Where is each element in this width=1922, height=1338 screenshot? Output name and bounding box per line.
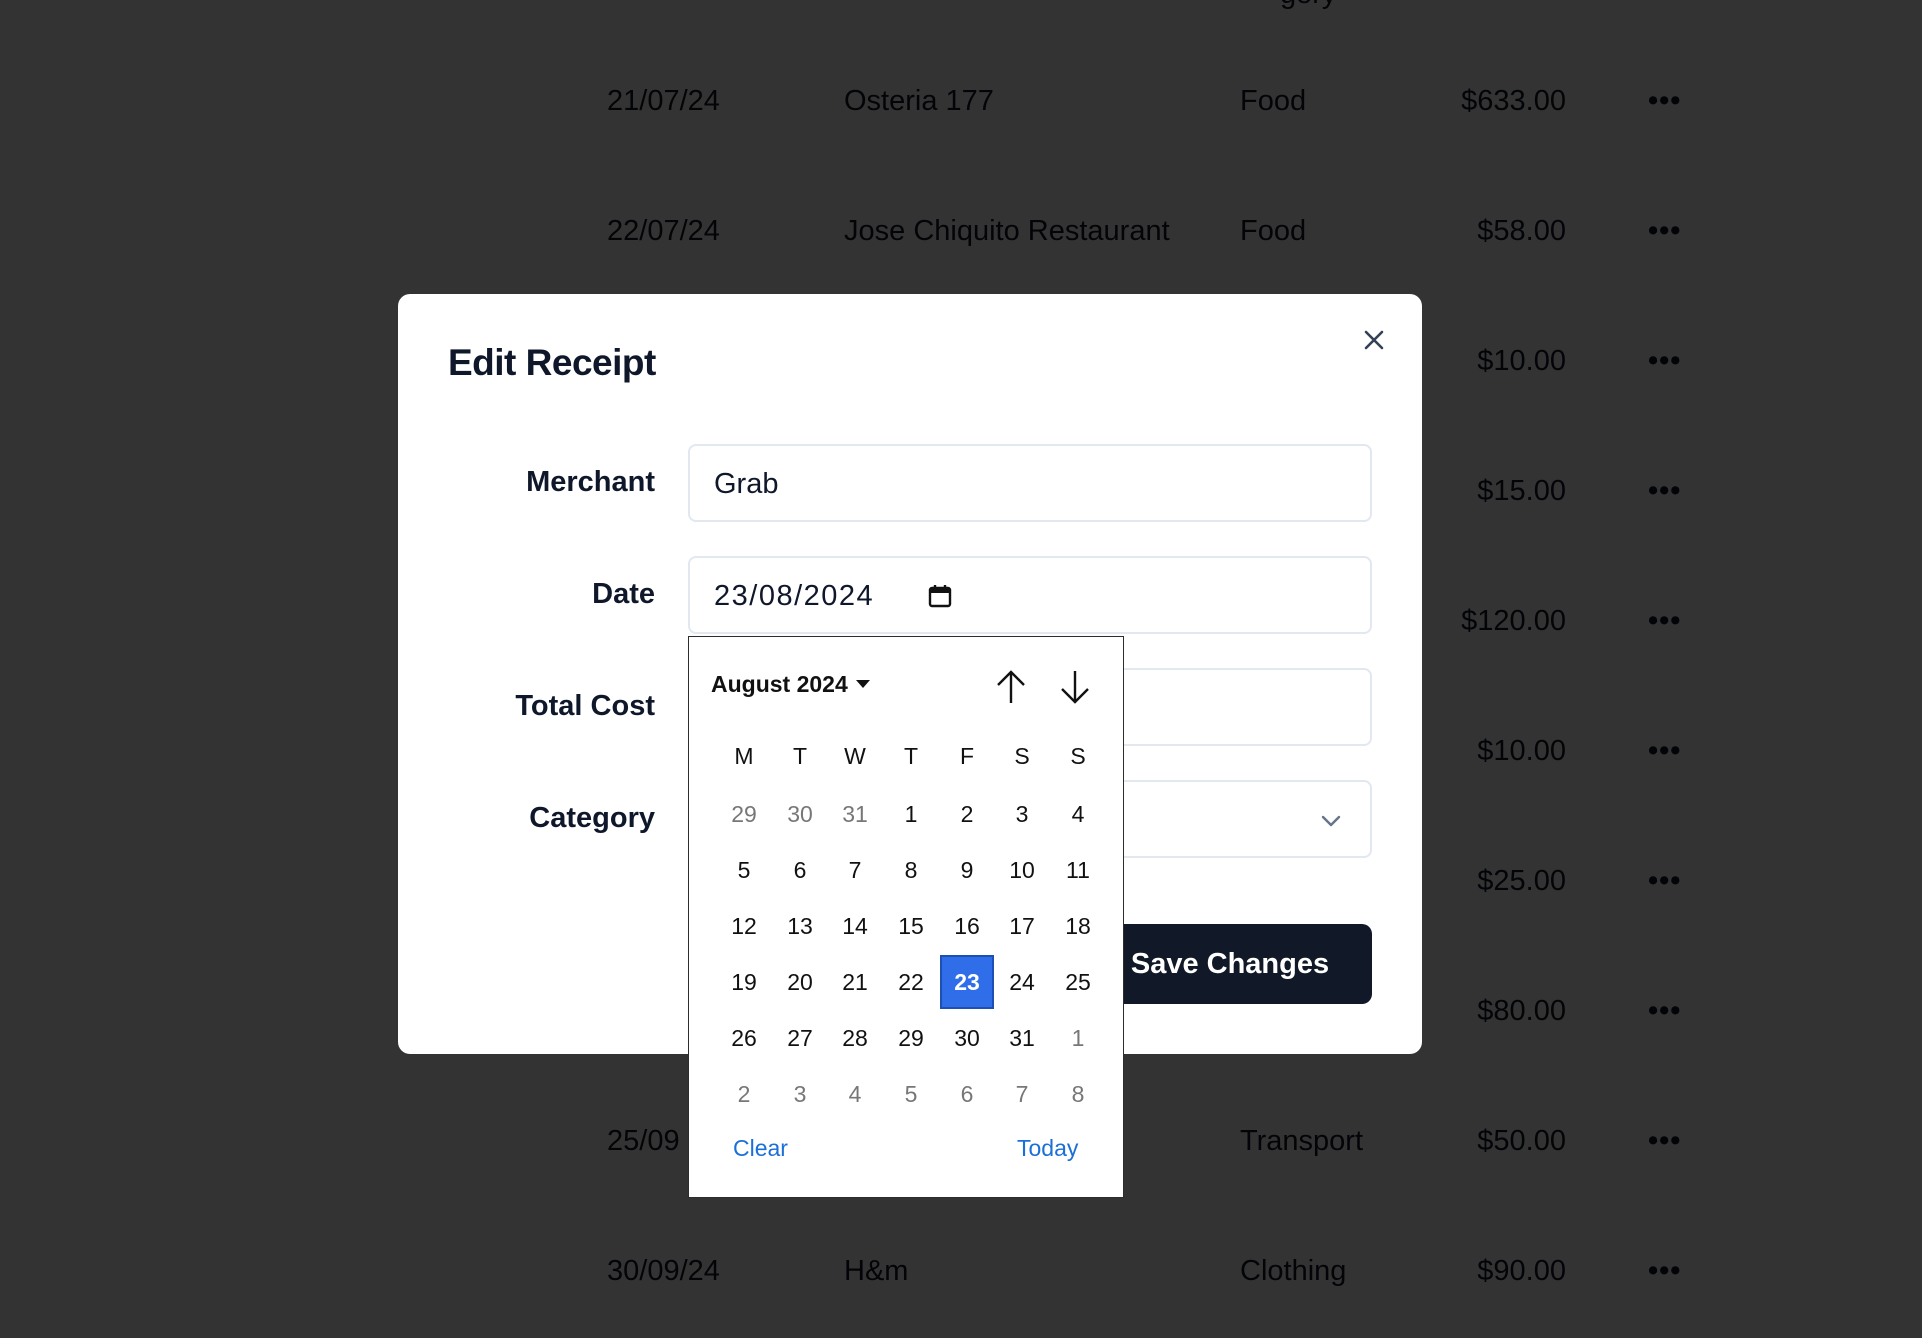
clear-button[interactable]: Clear [733, 1135, 788, 1162]
arrow-up-icon [997, 670, 1025, 703]
calendar-day[interactable]: 19 [717, 955, 771, 1009]
calendar-day[interactable]: 28 [828, 1011, 882, 1065]
date-value: 23/08/2024 [714, 580, 875, 612]
calendar-day[interactable]: 15 [884, 899, 938, 953]
calendar-day[interactable]: 26 [717, 1011, 771, 1065]
calendar-day[interactable]: 31 [995, 1011, 1049, 1065]
calendar-day[interactable]: 3 [995, 787, 1049, 841]
calendar-day[interactable]: 5 [717, 843, 771, 897]
calendar-day[interactable]: 21 [828, 955, 882, 1009]
month-label: August 2024 [711, 671, 848, 697]
calendar-day[interactable]: 9 [940, 843, 994, 897]
calendar-day[interactable]: 24 [995, 955, 1049, 1009]
today-button[interactable]: Today [1017, 1135, 1078, 1162]
calendar-day[interactable]: 8 [1051, 1067, 1105, 1121]
calendar-day[interactable]: 12 [717, 899, 771, 953]
merchant-value: Grab [714, 468, 779, 500]
selected-day[interactable]: 23 [940, 955, 994, 1009]
close-button[interactable] [1358, 324, 1390, 356]
calendar-day[interactable]: 1 [884, 787, 938, 841]
calendar-day[interactable]: 2 [717, 1067, 771, 1121]
calendar-day[interactable]: 6 [940, 1067, 994, 1121]
weekday-header: S [1070, 743, 1086, 769]
close-icon [1364, 330, 1384, 350]
calendar-day[interactable]: 20 [773, 955, 827, 1009]
calendar-day[interactable]: 11 [1051, 843, 1105, 897]
calendar-day[interactable]: 29 [884, 1011, 938, 1065]
calendar-day[interactable]: 18 [1051, 899, 1105, 953]
next-month-button[interactable] [1055, 667, 1095, 707]
calendar-day[interactable]: 13 [773, 899, 827, 953]
calendar-day[interactable]: 3 [773, 1067, 827, 1121]
calendar-day[interactable]: 25 [1051, 955, 1105, 1009]
calendar-day[interactable]: 7 [828, 843, 882, 897]
caret-down-icon [855, 679, 870, 688]
arrow-down-icon [1061, 671, 1089, 704]
previous-month-button[interactable] [991, 667, 1031, 707]
calendar-day[interactable]: 22 [884, 955, 938, 1009]
calendar-day[interactable]: 30 [773, 787, 827, 841]
calendar-day[interactable]: 8 [884, 843, 938, 897]
merchant-input[interactable]: Grab [688, 444, 1372, 522]
calendar-day[interactable]: 30 [940, 1011, 994, 1065]
calendar-day[interactable]: 6 [773, 843, 827, 897]
calendar-day[interactable]: 2 [940, 787, 994, 841]
calendar-day[interactable]: 4 [828, 1067, 882, 1121]
chevron-down-icon [1321, 815, 1341, 827]
weekday-header: T [903, 743, 919, 769]
total-cost-label: Total Cost [515, 690, 655, 722]
calendar-day[interactable]: 5 [884, 1067, 938, 1121]
date-label: Date [592, 578, 655, 610]
calendar-day[interactable]: 16 [940, 899, 994, 953]
dialog-title: Edit Receipt [448, 342, 656, 383]
date-input[interactable]: 23/08/2024 [688, 556, 1372, 634]
save-changes-button[interactable]: Save Changes [1088, 924, 1372, 1004]
date-picker: August 2024 M T W T F S S 29 30 31 1 2 3 4 5 6 7 8 9 10 11 12… [688, 636, 1124, 1198]
calendar-icon[interactable] [926, 582, 954, 610]
calendar-day[interactable]: 1 [1051, 1011, 1105, 1065]
calendar-day[interactable]: 14 [828, 899, 882, 953]
calendar-day[interactable]: 4 [1051, 787, 1105, 841]
calendar-day[interactable]: 27 [773, 1011, 827, 1065]
calendar-day[interactable]: 31 [828, 787, 882, 841]
weekday-header: F [959, 743, 975, 769]
calendar-day[interactable]: 7 [995, 1067, 1049, 1121]
weekday-header: W [844, 743, 866, 769]
weekday-header: S [1014, 743, 1030, 769]
weekday-header: T [792, 743, 808, 769]
category-label: Category [529, 802, 655, 834]
calendar-day[interactable]: 17 [995, 899, 1049, 953]
merchant-label: Merchant [526, 466, 655, 498]
month-year-selector[interactable]: August 2024 [711, 671, 870, 698]
calendar-day[interactable]: 29 [717, 787, 771, 841]
weekday-header: M [734, 743, 754, 769]
calendar-day[interactable]: 10 [995, 843, 1049, 897]
